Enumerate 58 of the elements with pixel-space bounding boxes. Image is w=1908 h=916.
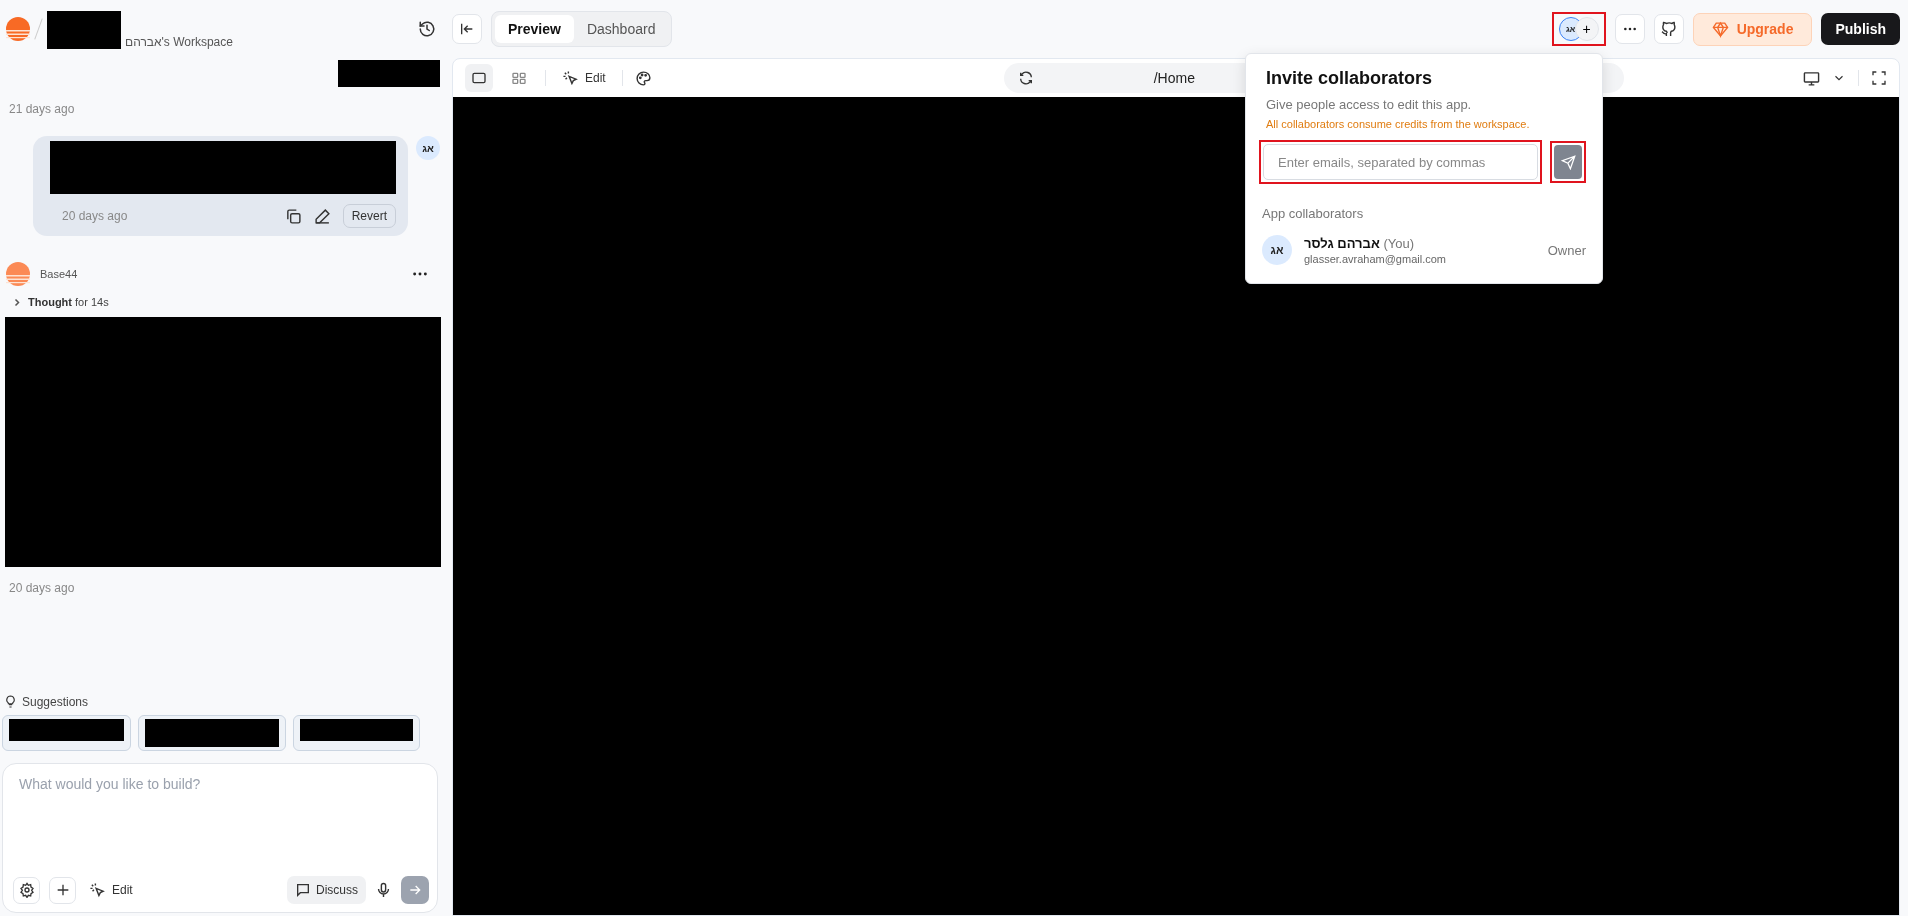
credits-warning: All collaborators consume credits from the workspace. [1265, 118, 1531, 130]
invite-button[interactable]: + [1574, 17, 1599, 41]
more-icon[interactable] [412, 271, 428, 277]
section-label: App collaborators [1262, 206, 1365, 221]
timestamp: 20 days ago [61, 209, 129, 223]
email-field[interactable]: Enter emails, separated by commas [1263, 144, 1538, 180]
suggestion-chip[interactable] [293, 715, 420, 751]
lightbulb-icon [4, 694, 17, 709]
publish-button[interactable]: Publish [1821, 13, 1900, 45]
monitor-icon[interactable] [1803, 69, 1820, 87]
logo-icon [6, 262, 30, 286]
grid-view-icon [511, 70, 527, 86]
chevron-icon[interactable] [14, 297, 20, 307]
pencil-icon[interactable] [313, 207, 331, 225]
more-icon [1622, 26, 1637, 32]
suggestions-label: Suggestions [22, 694, 89, 709]
edit-button[interactable]: Edit [85, 881, 137, 899]
prompt-box[interactable]: What would you like to build? Edit Discuss [2, 763, 438, 913]
bot-name: Base44 [40, 268, 79, 280]
thought-label[interactable]: Thought for 14s [28, 296, 109, 308]
single-view-icon [471, 70, 487, 86]
popover-title: Invite collaborators [1265, 68, 1434, 89]
suggestion-chip[interactable] [2, 715, 131, 751]
suggestion-chip[interactable] [138, 715, 286, 751]
github-button[interactable] [1653, 14, 1684, 44]
workspace-name[interactable]: אברהם's Workspace [125, 35, 233, 49]
copy-icon[interactable] [284, 207, 302, 225]
microphone-icon[interactable] [375, 881, 392, 899]
collaborator-email: glasser.avraham@gmail.com [1304, 252, 1447, 265]
user-avatar: אג [1262, 235, 1292, 265]
settings-button[interactable] [13, 876, 40, 904]
gear-icon [18, 882, 35, 898]
send-icon [1560, 154, 1576, 170]
add-button[interactable] [49, 876, 76, 904]
collapse-sidebar-button[interactable] [452, 14, 482, 44]
prompt-field[interactable]: What would you like to build? [13, 776, 429, 876]
collapse-icon [459, 21, 475, 37]
edit-button[interactable]: Edit [558, 69, 610, 87]
cursor-click-icon [89, 881, 106, 899]
cursor-click-icon [562, 69, 579, 87]
tab[interactable]: Preview [495, 15, 574, 43]
timestamp: 20 days ago [9, 581, 76, 595]
popover-subtitle: Give people access to edit this app. [1265, 97, 1473, 112]
role-label: Owner [1547, 242, 1586, 258]
history-icon[interactable] [418, 20, 436, 38]
chat-bubble-icon [295, 882, 311, 898]
logo-icon [6, 17, 30, 41]
revert-button[interactable]: Revert [342, 204, 396, 228]
tab[interactable]: Dashboard [573, 15, 669, 43]
gem-icon [1711, 20, 1729, 38]
refresh-icon[interactable] [1017, 70, 1034, 86]
discuss-button[interactable]: Discuss [287, 876, 366, 904]
cat-icon [1660, 20, 1678, 38]
user-avatar: אג [416, 136, 440, 160]
timestamp: 21 days ago [9, 102, 76, 116]
fullscreen-icon[interactable] [1871, 70, 1887, 86]
palette-icon[interactable] [634, 69, 652, 87]
view-toggle[interactable] [465, 64, 493, 92]
